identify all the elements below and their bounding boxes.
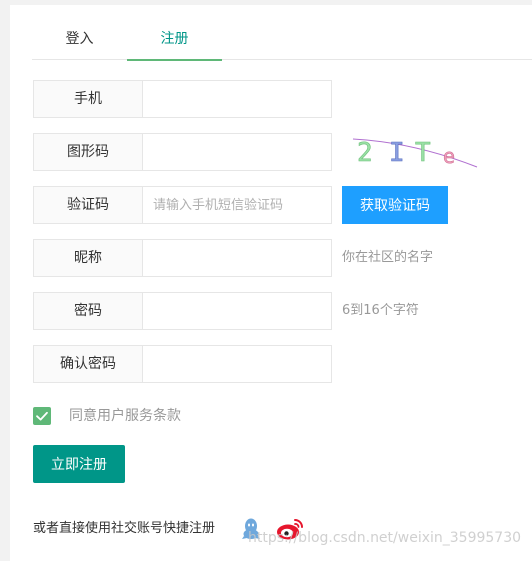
phone-input[interactable] bbox=[142, 80, 332, 118]
captcha-label: 图形码 bbox=[33, 133, 143, 171]
confirm-label: 确认密码 bbox=[33, 345, 143, 383]
confirm-password-input[interactable] bbox=[142, 345, 332, 383]
svg-text:I: I bbox=[389, 138, 405, 168]
nickname-label: 昵称 bbox=[33, 239, 143, 277]
sms-code-input[interactable] bbox=[142, 186, 332, 224]
nickname-input[interactable] bbox=[142, 239, 332, 277]
password-label: 密码 bbox=[33, 292, 143, 330]
register-button[interactable]: 立即注册 bbox=[33, 445, 125, 483]
captcha-input[interactable] bbox=[142, 133, 332, 171]
social-label: 或者直接使用社交账号快捷注册 bbox=[33, 521, 216, 536]
svg-text:e: e bbox=[443, 144, 455, 168]
tab-bar: 登入 注册 bbox=[32, 23, 532, 61]
tab-login[interactable]: 登入 bbox=[32, 23, 127, 60]
svg-text:2: 2 bbox=[357, 138, 373, 168]
tab-register[interactable]: 注册 bbox=[127, 23, 222, 61]
watermark: https://blog.csdn.net/weixin_35995730 bbox=[248, 530, 522, 546]
password-hint: 6到16个字符 bbox=[342, 303, 419, 318]
agree-label[interactable]: 同意用户服务条款 bbox=[69, 407, 181, 425]
svg-text:T: T bbox=[415, 138, 431, 168]
get-code-button[interactable]: 获取验证码 bbox=[342, 186, 448, 224]
nickname-hint: 你在社区的名字 bbox=[342, 250, 434, 265]
check-icon bbox=[36, 411, 48, 421]
agree-checkbox[interactable] bbox=[33, 407, 51, 425]
phone-label: 手机 bbox=[33, 80, 143, 118]
password-input[interactable] bbox=[142, 292, 332, 330]
sms-label: 验证码 bbox=[33, 186, 143, 224]
captcha-image[interactable]: 2 I T e bbox=[351, 131, 481, 171]
register-card: 登入 注册 手机 图形码 2 I T e 验证码 获取验证码 昵称 你在社区的名… bbox=[10, 5, 532, 561]
